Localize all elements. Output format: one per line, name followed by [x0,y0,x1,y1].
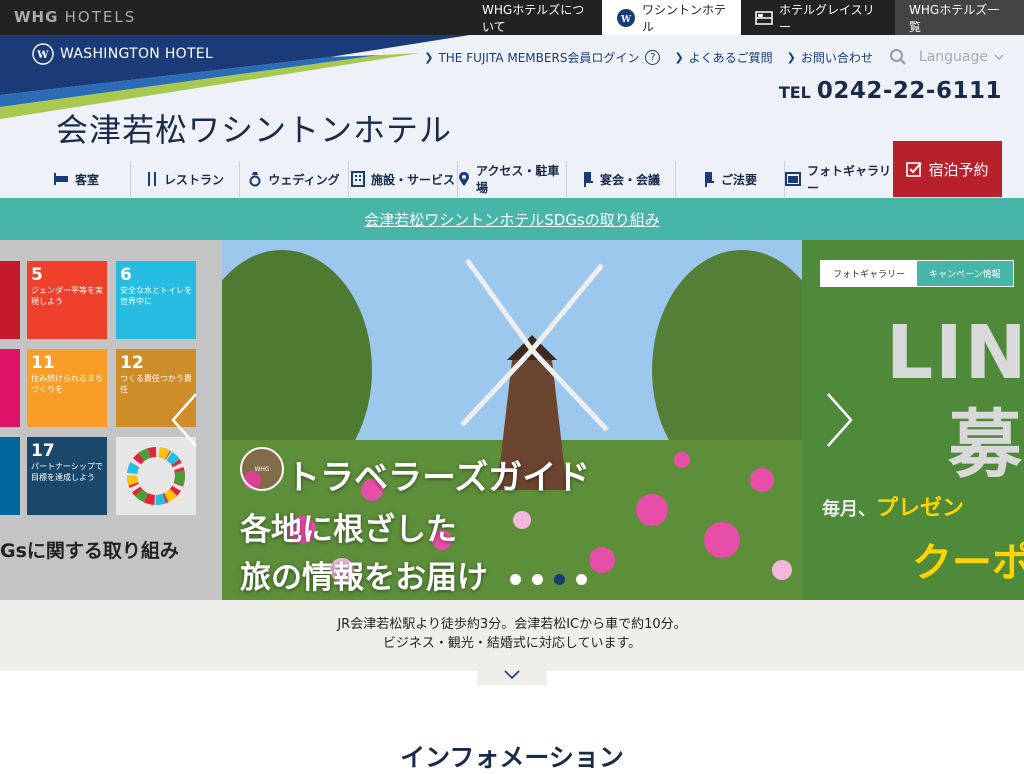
topnav-hotel-gracery[interactable]: ホテルグレイスリー [741,0,895,35]
svg-text:W: W [36,50,49,61]
nav-memorial[interactable]: ご法要 [676,161,785,197]
hotel-name: 会津若松ワシントンホテル [56,111,453,149]
chevron-right-icon [827,393,853,447]
nav-rooms[interactable]: 客室 [22,161,131,197]
travelers-guide-badge-icon: WHG [240,447,284,491]
nav-photo-gallery[interactable]: フォトギャラリー [785,161,894,197]
line-heading: LINE [886,310,1024,396]
chevron-right-icon: ❯ [674,50,684,64]
building-icon [350,171,365,187]
tab-photo-gallery[interactable]: フォトギャラリー [821,261,918,286]
scroll-down-button[interactable] [477,665,547,685]
slider-pagination [510,574,598,585]
sdg-tile: 5 ジェンダー平等を実現しよう [27,261,107,339]
global-topbar: WHG HOTELS WHGホテルズについて W ワシントンホテル ホテルグレイ… [0,0,1024,35]
search-icon[interactable] [889,48,907,66]
nav-banquet[interactable]: 宴会・会議 [567,161,676,197]
chevron-down-icon [504,670,520,680]
intro-line-1: JR会津若松駅より徒歩約3分。会津若松ICから車で約10分。 [337,617,687,632]
sdg-tile: 17 パートナーシップで目標を達成しよう [27,437,107,515]
topnav-whg-hotel-list[interactable]: WHGホテルズ一覧 [895,0,1024,35]
members-login-link[interactable]: ❯ THE FUJITA MEMBERS会員ログイン ? [424,49,661,66]
slide-category-tabs: フォトギャラリー キャンペーン情報 [820,260,1014,287]
information-heading: インフォメーション [400,743,624,772]
global-nav: WHGホテルズについて W ワシントンホテル ホテルグレイスリー WHGホテルズ… [468,0,1024,35]
map-pin-icon [458,171,470,187]
photo-icon [785,172,801,186]
slide-travelers-guide[interactable]: WHG トラベラーズガイド 各地に根ざした 旅の情報をお届け [222,240,802,600]
slider-dot[interactable] [554,574,565,585]
help-icon[interactable]: ? [645,49,661,65]
svg-text:W: W [620,15,632,25]
topnav-washington-hotel[interactable]: W ワシントンホテル [602,0,741,35]
main-nav: 客室 レストラン ウェディング 施設・サービス アクセス・駐車場 宴会・会議 ご… [22,161,894,197]
sdgs-slide-caption: Gsに関する取り組み [0,540,179,562]
hero-slider: 5 ジェンダー平等を実現しよう 6 安全な水とトイレを世界中に 11 住み続けられるま… [0,240,1024,600]
slide-subline-2: 旅の情報をお届け [240,560,488,596]
whg-hotels-logo[interactable]: WHG HOTELS [14,8,136,26]
ring-icon [248,171,262,187]
intro-line-2: ビジネス・観光・結婚式に対応しています。 [382,636,642,651]
chair-icon [703,171,715,187]
telephone[interactable]: TEL 0242-22-6111 [779,78,1002,104]
checkbox-icon [906,161,923,177]
chair-icon [582,171,594,187]
faq-link[interactable]: ❯ よくあるご質問 [674,49,772,66]
chevron-right-icon: ❯ [424,50,434,64]
campaign-text: 毎月、プレゼン [822,496,965,521]
chevron-left-icon [171,393,197,447]
fork-knife-icon [146,171,158,187]
sdgs-link[interactable]: 会津若松ワシントンホテルSDGsの取り組み [364,209,660,230]
slider-prev-button[interactable] [166,390,202,450]
recruit-heading: 募 [948,402,1022,488]
coupon-text: クーポ [912,540,1024,586]
chevron-right-icon: ❯ [786,50,796,64]
contact-link[interactable]: ❯ お問い合わせ [787,49,873,66]
site-header: W WASHINGTON HOTEL 会津若松ワシントンホテル ❯ THE FU… [0,35,1024,198]
washington-hotel-logo[interactable]: W WASHINGTON HOTEL [32,43,213,65]
slide-subline-1: 各地に根ざした [240,512,457,548]
bed-icon [53,172,69,186]
reserve-button[interactable]: 宿泊予約 [893,141,1002,197]
tab-campaign-info[interactable]: キャンペーン情報 [917,261,1013,286]
washington-emblem-icon: W [32,43,54,65]
nav-facilities[interactable]: 施設・サービス [349,161,458,197]
washington-emblem-icon: W [616,8,636,28]
nav-restaurant[interactable]: レストラン [131,161,240,197]
sdg-tile: 6 安全な水とトイレを世界中に [116,261,196,339]
sdg-wheel-icon [127,447,185,505]
slider-dot[interactable] [510,574,521,585]
language-selector[interactable]: Language [919,49,1004,65]
sdg-tile [0,349,20,427]
nav-access[interactable]: アクセス・駐車場 [458,161,567,197]
utility-links: ❯ THE FUJITA MEMBERS会員ログイン ? ❯ よくあるご質問 ❯… [410,48,1004,66]
slider-dot[interactable] [532,574,543,585]
sdgs-banner: 会津若松ワシントンホテルSDGsの取り組み [0,198,1024,240]
slide-headline: トラベラーズガイド [286,458,591,498]
chevron-down-icon [994,53,1004,61]
slider-dot[interactable] [576,574,587,585]
sdg-tile [0,261,20,339]
slider-next-button[interactable] [822,390,858,450]
sdg-tile: 11 住み続けられるまちづくりを [27,349,107,427]
gracery-bed-icon [755,10,773,26]
topnav-whg-about[interactable]: WHGホテルズについて [468,0,602,35]
nav-wedding[interactable]: ウェディング [240,161,349,197]
hotel-intro: JR会津若松駅より徒歩約3分。会津若松ICから車で約10分。 ビジネス・観光・結… [0,600,1024,671]
sdg-tile [0,437,20,515]
